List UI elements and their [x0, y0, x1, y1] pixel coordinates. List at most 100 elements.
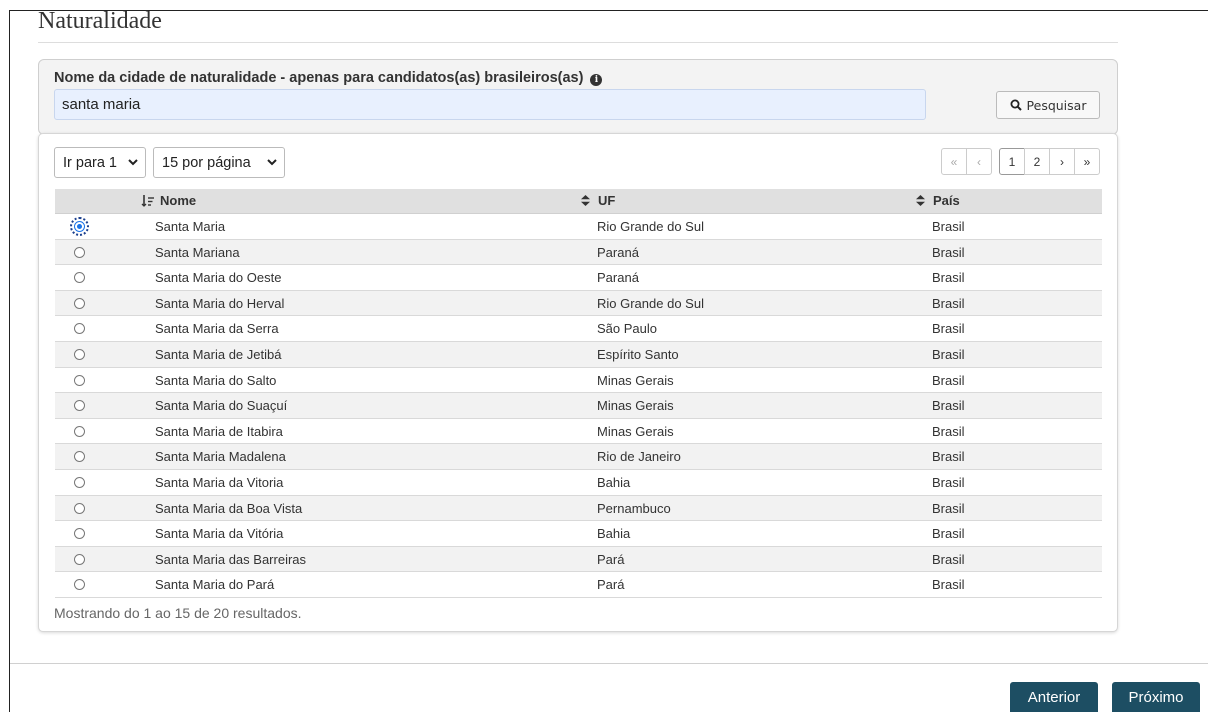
cell-nome: Santa Maria das Barreiras: [155, 551, 307, 567]
cell-pais: Brasil: [932, 398, 965, 414]
table-row[interactable]: Santa Maria da Vitória Bahia Brasil: [55, 521, 1102, 547]
cell-nome: Santa Maria do Salto: [155, 372, 277, 388]
cell-uf: Rio Grande do Sul: [597, 219, 704, 234]
table-row[interactable]: Santa Maria Madalena Rio de Janeiro Brasil: [55, 444, 1102, 470]
cell-nome: Santa Maria da Vitória: [155, 526, 284, 542]
search-label: Nome da cidade de naturalidade - apenas …: [54, 70, 603, 86]
cell-uf: Minas Gerais: [597, 423, 674, 439]
table-row[interactable]: Santa Maria do Salto Minas Gerais Brasil: [55, 368, 1102, 394]
cell-nome: Santa Maria do Suaçuí: [155, 398, 288, 414]
table-body: Santa Maria Rio Grande do Sul Brasil Santa …: [55, 214, 1102, 598]
cell-pais: Brasil: [932, 500, 965, 516]
table-row[interactable]: Santa Maria da Serra São Paulo Brasil: [55, 316, 1102, 342]
column-nome-label: Nome: [160, 193, 197, 208]
cell-pais: Brasil: [932, 474, 965, 490]
table-row[interactable]: Santa Maria das Barreiras Pará Brasil: [55, 546, 1102, 573]
cell-nome: Santa Maria do Oeste: [155, 270, 282, 286]
search-icon: [1010, 99, 1022, 111]
cell-uf: Espírito Santo: [597, 346, 679, 362]
cell-pais: Brasil: [932, 449, 965, 465]
table-row[interactable]: Santa Maria do Pará Pará Brasil: [55, 572, 1102, 598]
cell-nome: Santa Maria de Itabira: [155, 423, 283, 439]
row-select-radio[interactable]: [74, 246, 85, 258]
table-row[interactable]: Santa Mariana Paraná Brasil: [55, 239, 1102, 266]
row-select-radio[interactable]: [74, 579, 85, 591]
cell-uf: Rio de Janeiro: [597, 449, 681, 465]
cell-uf: Paraná: [597, 270, 639, 286]
column-pais-label: País: [933, 193, 960, 208]
column-uf-label: UF: [598, 193, 616, 208]
info-icon[interactable]: i: [590, 74, 603, 86]
cell-pais: Brasil: [932, 244, 965, 260]
sort-icon: [581, 195, 590, 206]
cell-nome: Santa Maria: [155, 219, 226, 234]
search-button-label: Pesquisar: [1026, 97, 1087, 113]
goto-page-select[interactable]: Ir para 1: [54, 147, 146, 178]
cell-nome: Santa Maria de Jetibá: [155, 346, 282, 362]
table-row[interactable]: Santa Maria de Jetibá Espírito Santo Brasi…: [55, 341, 1102, 368]
column-nome[interactable]: Nome: [141, 193, 196, 208]
search-button[interactable]: Pesquisar: [996, 91, 1100, 119]
pagination-prev[interactable]: ‹: [966, 148, 992, 175]
frame-border-left: [9, 10, 10, 712]
chevron-down-icon: [267, 159, 277, 166]
cell-pais: Brasil: [932, 219, 965, 234]
cell-nome: Santa Mariana: [155, 244, 240, 260]
next-button[interactable]: Próximo: [1112, 682, 1200, 712]
table-row[interactable]: Santa Maria do Suaçuí Minas Gerais Brasil: [55, 393, 1102, 419]
cell-uf: Pará: [597, 551, 625, 567]
row-select-radio[interactable]: [74, 528, 85, 540]
row-select-radio[interactable]: [74, 553, 85, 565]
table-row[interactable]: Santa Maria da Vitoria Bahia Brasil: [55, 470, 1102, 496]
row-select-radio[interactable]: [74, 425, 85, 437]
per-page-select[interactable]: 15 por página: [153, 147, 285, 178]
row-select-radio[interactable]: [74, 348, 85, 360]
table-row[interactable]: Santa Maria do Oeste Paraná Brasil: [55, 265, 1102, 291]
cell-nome: Santa Maria Madalena: [155, 449, 286, 465]
cell-uf: Pernambuco: [597, 500, 671, 516]
column-pais[interactable]: País: [916, 193, 960, 208]
previous-button[interactable]: Anterior: [1010, 682, 1098, 712]
goto-page-value: Ir para 1: [63, 154, 117, 171]
cell-uf: Minas Gerais: [597, 372, 674, 388]
city-search-input[interactable]: [54, 89, 926, 120]
row-select-radio[interactable]: [70, 217, 89, 236]
column-uf[interactable]: UF: [581, 193, 615, 208]
table-row[interactable]: Santa Maria do Herval Rio Grande do Sul Br…: [55, 290, 1102, 317]
cell-pais: Brasil: [932, 372, 965, 388]
pagination-next[interactable]: ›: [1049, 148, 1075, 175]
pagination: « ‹ 1 2 › »: [941, 148, 1100, 175]
results-summary: Mostrando do 1 ao 15 de 20 resultados.: [54, 605, 302, 621]
cell-nome: Santa Maria da Boa Vista: [155, 500, 303, 516]
row-select-radio[interactable]: [74, 374, 85, 386]
pagination-page-1[interactable]: 1: [999, 148, 1025, 175]
cell-pais: Brasil: [932, 423, 965, 439]
results-table: Nome UF País Santa Maria Rio Grande do Su…: [55, 189, 1102, 598]
row-select-radio[interactable]: [74, 323, 85, 335]
row-select-radio[interactable]: [74, 400, 85, 412]
cell-pais: Brasil: [932, 577, 965, 593]
cell-pais: Brasil: [932, 295, 965, 311]
table-header: Nome UF País: [55, 189, 1102, 214]
cell-uf: Paraná: [597, 244, 639, 260]
cell-uf: Rio Grande do Sul: [597, 295, 704, 311]
cell-nome: Santa Maria do Herval: [155, 295, 285, 311]
row-select-radio[interactable]: [74, 272, 85, 284]
row-select-radio[interactable]: [74, 451, 85, 463]
pagination-last[interactable]: »: [1074, 148, 1100, 175]
row-select-radio[interactable]: [74, 502, 85, 514]
pagination-first[interactable]: «: [941, 148, 967, 175]
bottom-divider: [10, 663, 1208, 664]
cell-pais: Brasil: [932, 346, 965, 362]
chevron-down-icon: [128, 159, 138, 166]
section-title: Naturalidade: [38, 8, 162, 34]
pagination-page-2[interactable]: 2: [1024, 148, 1050, 175]
row-select-radio[interactable]: [74, 476, 85, 488]
frame-border-top: [9, 10, 1208, 11]
table-row[interactable]: Santa Maria de Itabira Minas Gerais Brasil: [55, 419, 1102, 445]
sort-alpha-icon: [141, 195, 154, 207]
row-select-radio[interactable]: [74, 297, 85, 309]
table-row[interactable]: Santa Maria da Boa Vista Pernambuco Brasil: [55, 495, 1102, 522]
table-row[interactable]: Santa Maria Rio Grande do Sul Brasil: [55, 214, 1102, 240]
cell-pais: Brasil: [932, 270, 965, 286]
